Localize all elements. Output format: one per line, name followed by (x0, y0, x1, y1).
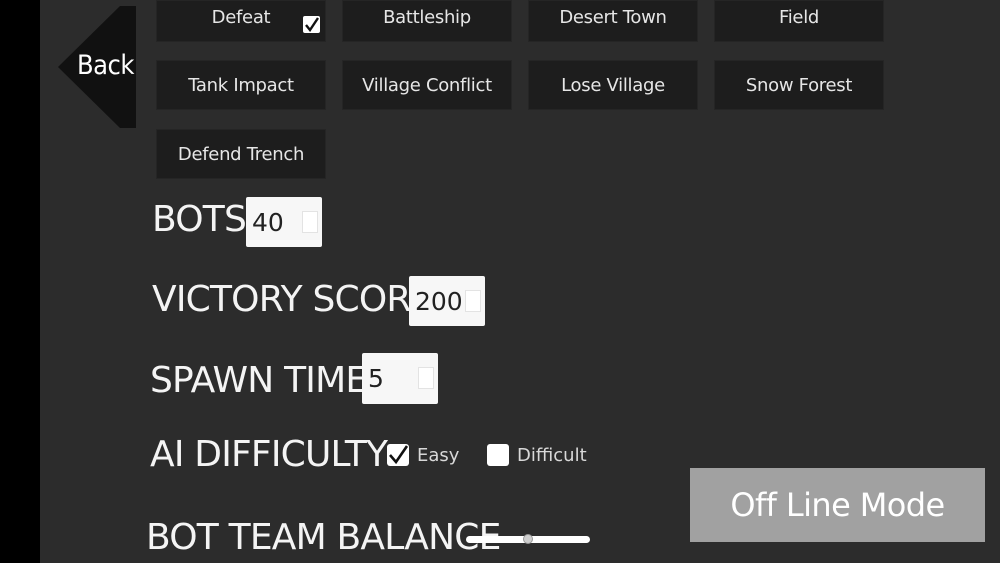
input-cursor (302, 211, 318, 233)
map-selected-checkbox[interactable] (303, 16, 320, 33)
map-label: Tank Impact (188, 74, 294, 96)
input-cursor (418, 367, 434, 389)
map-label: Field (778, 6, 820, 28)
easy-label: Easy (417, 445, 460, 466)
game-settings-screen: Back Defeat Battleship Desert Town Field… (0, 0, 1000, 563)
map-label: Lose Village (561, 74, 665, 96)
map-label: Desert Town (559, 6, 667, 28)
bot-team-balance-slider[interactable] (466, 534, 590, 544)
difficult-label: Difficult (517, 445, 587, 466)
back-button[interactable]: Back (58, 6, 136, 128)
spawn-time-label: SPAWN TIME (150, 360, 368, 401)
victory-score-value: 200 (415, 286, 463, 316)
spawn-time-input[interactable]: 5 (362, 353, 438, 404)
ai-difficulty-label: AI DIFFICULTY (150, 434, 388, 475)
map-button-defend-trench[interactable]: Defend Trench (156, 129, 326, 179)
map-label: Battleship (383, 6, 471, 28)
map-button-lose-village[interactable]: Lose Village (528, 60, 698, 110)
map-label: Defend Trench (177, 143, 305, 165)
victory-score-label: VICTORY SCORE (152, 279, 433, 320)
checkmark-icon (305, 17, 319, 32)
map-label: Village Conflict (362, 74, 492, 96)
offline-mode-button[interactable]: Off Line Mode (690, 468, 985, 542)
map-button-snow-forest[interactable]: Snow Forest (714, 60, 884, 110)
checkmark-icon (389, 445, 408, 465)
map-label: Defeat (211, 6, 271, 28)
slider-thumb[interactable] (523, 534, 533, 544)
bots-value: 40 (252, 207, 284, 237)
map-button-village-conflict[interactable]: Village Conflict (342, 60, 512, 110)
back-label: Back (77, 50, 134, 81)
map-button-battleship[interactable]: Battleship (342, 0, 512, 42)
map-label: Snow Forest (745, 74, 853, 96)
map-button-desert-town[interactable]: Desert Town (528, 0, 698, 42)
input-cursor (465, 290, 481, 312)
easy-checkbox[interactable] (387, 444, 409, 466)
bots-input[interactable]: 40 (246, 197, 322, 247)
spawn-time-value: 5 (368, 364, 384, 393)
map-button-field[interactable]: Field (714, 0, 884, 42)
bots-label: BOTS (152, 199, 247, 240)
offline-mode-label: Off Line Mode (730, 486, 945, 524)
map-button-defeat[interactable]: Defeat (156, 0, 326, 42)
map-button-tank-impact[interactable]: Tank Impact (156, 60, 326, 110)
bot-team-balance-label: BOT TEAM BALANCE (146, 517, 501, 558)
difficult-checkbox[interactable] (487, 444, 509, 466)
victory-score-input[interactable]: 200 (409, 276, 485, 326)
